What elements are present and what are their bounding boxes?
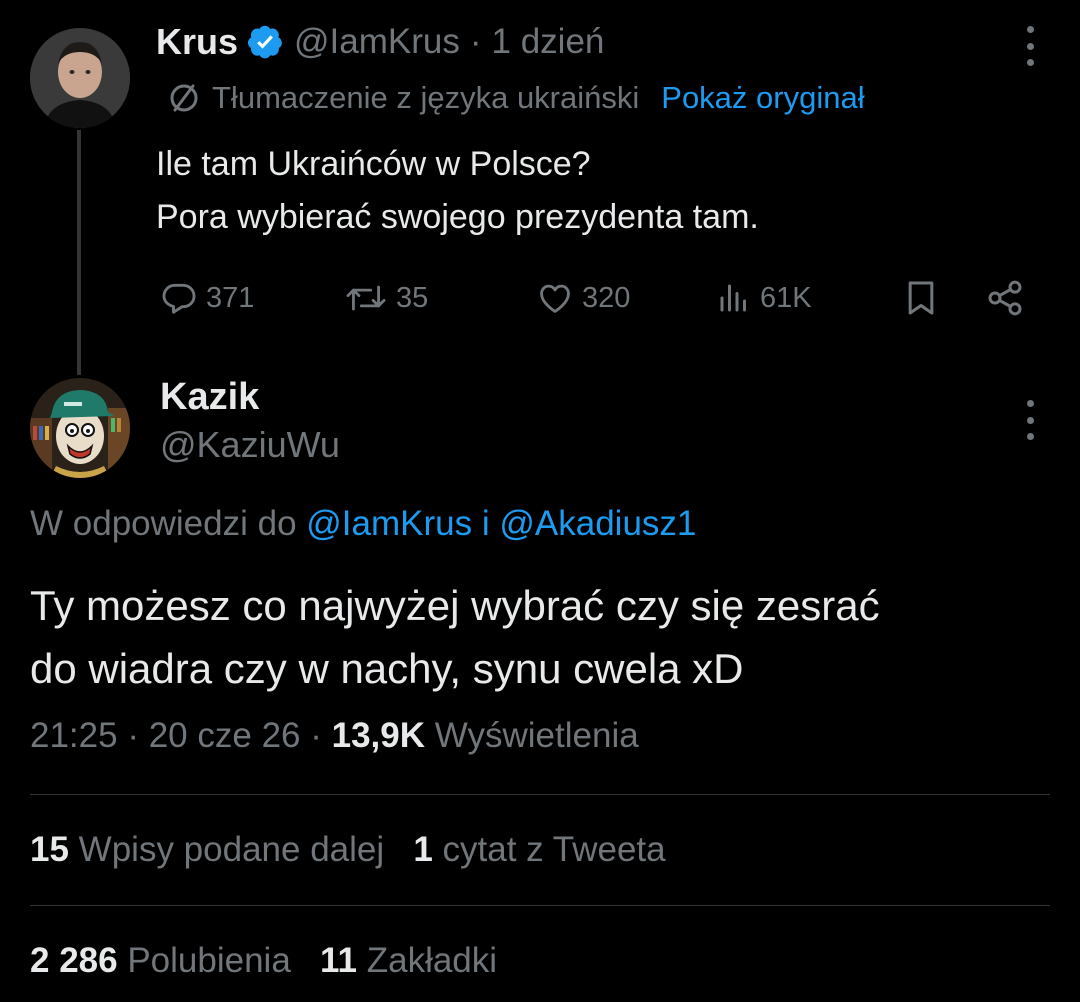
reply-button[interactable]: 371 bbox=[160, 278, 254, 318]
reposts-count: 15 bbox=[30, 830, 69, 869]
reply-count: 371 bbox=[206, 281, 255, 314]
translation-row: Tłumaczenie z języka ukraiński Pokaż ory… bbox=[166, 76, 865, 120]
retweet-icon bbox=[346, 285, 386, 311]
verified-badge-icon bbox=[248, 25, 282, 59]
translate-icon bbox=[170, 84, 198, 112]
retweet-count: 35 bbox=[396, 281, 429, 314]
parent-handle[interactable]: @IamKrus bbox=[294, 22, 460, 62]
parent-display-name[interactable]: Krus bbox=[156, 21, 238, 63]
mention-iamkrus[interactable]: @IamKrus bbox=[306, 504, 472, 543]
share-button[interactable] bbox=[985, 278, 1025, 318]
quotes-count: 1 bbox=[413, 830, 433, 869]
reposts-stat[interactable]: 15 Wpisy podane dalej bbox=[30, 830, 394, 869]
views-total: 13,9K bbox=[331, 716, 426, 755]
reply-tweet-text: Ty możesz co najwyżej wybrać czy się zes… bbox=[30, 574, 1050, 700]
divider bbox=[30, 905, 1050, 906]
bookmarks-count: 11 bbox=[319, 941, 357, 980]
reply-text-line-2: do wiadra czy w nachy, synu cwela xD bbox=[30, 645, 744, 692]
views-label: Wyświetlenia bbox=[434, 716, 639, 755]
parent-tweet-text: Ile tam Ukraińców w Polsce? Pora wybiera… bbox=[156, 138, 1036, 244]
bookmark-icon bbox=[908, 281, 934, 315]
bookmarks-stat[interactable]: 11 Zakładki bbox=[320, 941, 497, 980]
parent-text-line-2: Pora wybierać swojego prezydenta tam. bbox=[156, 198, 759, 236]
likes-stat[interactable]: 2 286 Polubienia bbox=[30, 941, 301, 980]
tweet-time[interactable]: 21:25 bbox=[30, 716, 118, 755]
views-count: 61K bbox=[760, 281, 812, 314]
views-chart-icon bbox=[720, 284, 746, 312]
likes-count: 2 286 bbox=[30, 941, 118, 980]
reposts-label: Wpisy podane dalej bbox=[78, 830, 385, 869]
show-original-link[interactable]: Pokaż oryginał bbox=[661, 80, 864, 116]
mention-akadiusz1[interactable]: @Akadiusz1 bbox=[499, 504, 696, 543]
avatar-kazik[interactable] bbox=[30, 378, 130, 478]
parent-author-row: Krus @IamKrus · 1 dzień bbox=[156, 20, 604, 64]
parent-separator: · bbox=[469, 22, 482, 61]
more-options-icon[interactable] bbox=[1025, 26, 1035, 66]
meta-separator-1: · bbox=[127, 716, 139, 755]
retweet-button[interactable]: 35 bbox=[344, 278, 428, 318]
reply-context-prefix: W odpowiedzi do bbox=[30, 504, 297, 543]
translation-label: Tłumaczenie z języka ukraiński bbox=[212, 80, 640, 115]
reply-context-join: i bbox=[481, 504, 490, 543]
divider bbox=[30, 794, 1050, 795]
avatar-krus[interactable] bbox=[30, 28, 130, 128]
engagement-stats-row-1: 15 Wpisy podane dalej 1 cytat z Tweeta bbox=[30, 830, 666, 870]
parent-time[interactable]: 1 dzień bbox=[492, 22, 605, 62]
engagement-stats-row-2: 2 286 Polubienia 11 Zakładki bbox=[30, 941, 497, 981]
reply-context: W odpowiedzi do @IamKrus i @Akadiusz1 bbox=[30, 504, 696, 544]
views-button[interactable]: 61K bbox=[716, 278, 812, 318]
bookmarks-label: Zakładki bbox=[366, 941, 498, 980]
bookmark-button[interactable] bbox=[904, 278, 938, 318]
parent-text-line-1: Ile tam Ukraińców w Polsce? bbox=[156, 145, 591, 183]
like-button[interactable]: 320 bbox=[536, 278, 630, 318]
tweet-date[interactable]: 20 cze 26 bbox=[149, 716, 301, 755]
meta-separator-2: · bbox=[310, 716, 322, 755]
avatar-krus-image bbox=[30, 28, 130, 128]
reply-display-name[interactable]: Kazik bbox=[160, 376, 259, 419]
thread-connector-line bbox=[77, 130, 81, 375]
reply-text-line-1: Ty możesz co najwyżej wybrać czy się zes… bbox=[30, 582, 880, 629]
like-count: 320 bbox=[582, 281, 631, 314]
likes-label: Polubienia bbox=[127, 941, 291, 980]
reply-handle[interactable]: @KaziuWu bbox=[160, 424, 340, 466]
heart-icon bbox=[540, 284, 570, 313]
quotes-label: cytat z Tweeta bbox=[442, 830, 666, 869]
quotes-stat[interactable]: 1 cytat z Tweeta bbox=[413, 830, 665, 869]
avatar-kazik-image bbox=[30, 378, 130, 478]
more-options-icon[interactable] bbox=[1025, 400, 1035, 440]
share-icon bbox=[988, 280, 1022, 316]
tweet-meta-row: 21:25 · 20 cze 26 · 13,9K Wyświetlenia bbox=[30, 716, 639, 756]
reply-icon bbox=[162, 283, 196, 314]
